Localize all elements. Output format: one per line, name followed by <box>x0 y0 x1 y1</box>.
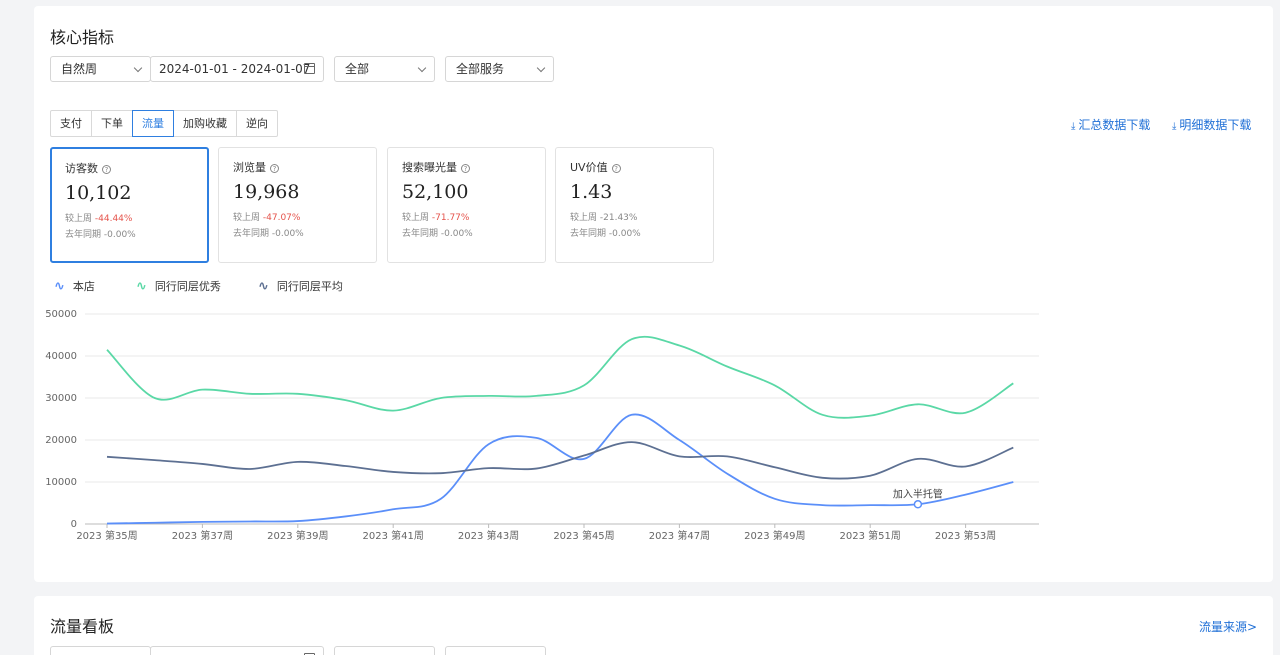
series-line-peer-excellent <box>106 335 1014 419</box>
traffic-service-select[interactable] <box>445 646 546 655</box>
x-tick-label: 2023 第43周 <box>458 529 519 542</box>
x-tick-label: 2023 第41周 <box>363 529 424 542</box>
x-tick-label: 2023 第51周 <box>840 529 901 542</box>
annotation-label: 加入半托管 <box>893 487 943 500</box>
traffic-date-range-picker[interactable] <box>150 646 324 655</box>
annotation-marker <box>913 500 923 509</box>
x-tick-label: 2023 第47周 <box>649 529 710 542</box>
x-tick-label: 2023 第35周 <box>76 529 137 542</box>
x-tick-label: 2023 第37周 <box>172 529 233 542</box>
y-tick-label: 40000 <box>45 351 77 362</box>
tab-traffic[interactable]: 流量 <box>132 110 174 137</box>
x-tick-label: 2023 第39周 <box>267 529 328 542</box>
y-tick-label: 10000 <box>45 477 77 488</box>
traffic-source-link[interactable]: 流量来源> <box>1199 618 1257 635</box>
x-tick-label: 2023 第53周 <box>935 529 996 542</box>
y-tick-label: 20000 <box>45 435 77 446</box>
traffic-board-card: 流量看板 流量来源> <box>34 596 1273 655</box>
traffic-board-title: 流量看板 <box>50 617 115 636</box>
traffic-scope-select[interactable] <box>334 646 435 655</box>
traffic-trend-chart: 0 10000 20000 30000 40000 50000 2023 第35周 2023 … <box>45 309 1039 542</box>
y-tick-label: 50000 <box>45 309 77 320</box>
x-tick-label: 2023 第49周 <box>744 529 805 542</box>
traffic-period-select[interactable] <box>50 646 151 655</box>
x-tick-label: 2023 第45周 <box>553 529 614 542</box>
y-tick-label: 0 <box>71 519 77 530</box>
core-metrics-card: 核心指标 自然周 2024-01-01 - 2024-01-07 全部 全部服务… <box>34 6 1273 582</box>
y-tick-label: 30000 <box>45 393 77 404</box>
series-line-peer-average <box>106 441 1014 480</box>
